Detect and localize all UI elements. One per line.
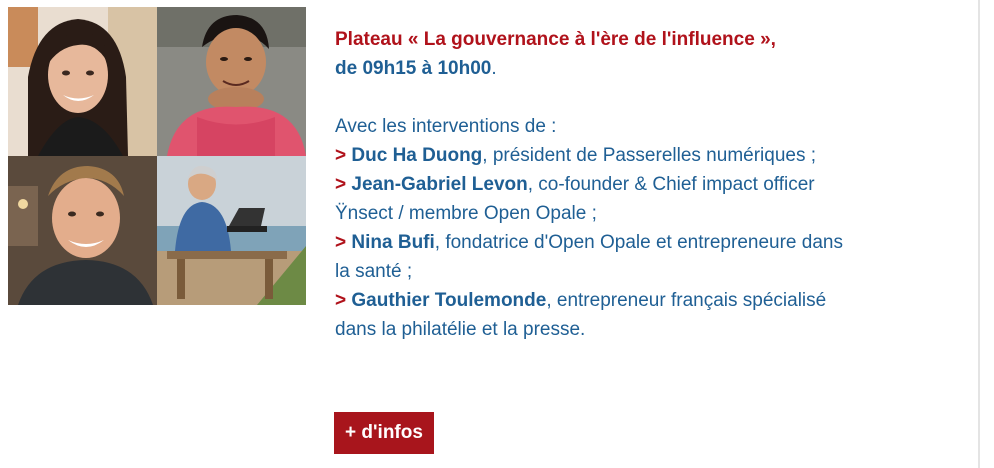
speaker-name: Duc Ha Duong bbox=[351, 145, 483, 166]
more-info-button-label: + d'infos bbox=[345, 422, 423, 443]
speaker-role-continued: la santé ; bbox=[335, 261, 413, 282]
event-time-suffix: . bbox=[491, 58, 497, 79]
speaker-role: , président de Passerelles numériques ; bbox=[482, 145, 817, 166]
speaker-name: Gauthier Toulemonde bbox=[351, 290, 547, 311]
speakers-photo-grid bbox=[8, 7, 306, 305]
speaker-name: Jean-Gabriel Levon bbox=[351, 174, 528, 195]
speakers-intro: Avec les interventions de : bbox=[335, 116, 557, 137]
bullet-marker: > bbox=[335, 174, 347, 195]
speaker-role-continued: Ÿnsect / membre Open Opale ; bbox=[335, 203, 597, 224]
event-title: Plateau « La gouvernance à l'ère de l'in… bbox=[335, 29, 776, 50]
speaker-role: , fondatrice d'Open Opale et entrepreneu… bbox=[434, 232, 843, 253]
speaker-name: Nina Bufi bbox=[351, 232, 435, 253]
bullet-marker: > bbox=[335, 145, 347, 166]
speaker-entry: > Nina Bufi, fondatrice d'Open Opale et … bbox=[335, 228, 965, 257]
bullet-marker: > bbox=[335, 290, 347, 311]
event-time: de 09h15 à 10h00 bbox=[335, 58, 492, 79]
event-time-line: de 09h15 à 10h00. bbox=[335, 54, 965, 83]
speaker-photo-jean-gabriel-levon bbox=[8, 156, 157, 305]
bullet-marker: > bbox=[335, 232, 347, 253]
speaker-photo-gauthier-toulemonde bbox=[157, 156, 306, 305]
page-right-border bbox=[978, 0, 980, 468]
speaker-photo-duc-ha-duong bbox=[157, 7, 306, 156]
speaker-entry: > Duc Ha Duong, président de Passerelles… bbox=[335, 141, 965, 170]
event-description: Plateau « La gouvernance à l'ère de l'in… bbox=[335, 25, 965, 344]
speaker-role: , entrepreneur français spécialisé bbox=[546, 290, 827, 311]
speaker-entry: > Gauthier Toulemonde, entrepreneur fran… bbox=[335, 286, 965, 315]
speaker-role-continued: dans la philatélie et la presse. bbox=[335, 319, 586, 340]
speaker-entry: > Jean-Gabriel Levon, co-founder & Chief… bbox=[335, 170, 965, 199]
more-info-button[interactable]: + d'infos bbox=[334, 412, 434, 454]
speaker-role: , co-founder & Chief impact officer bbox=[527, 174, 815, 195]
speaker-photo-woman bbox=[8, 7, 157, 156]
